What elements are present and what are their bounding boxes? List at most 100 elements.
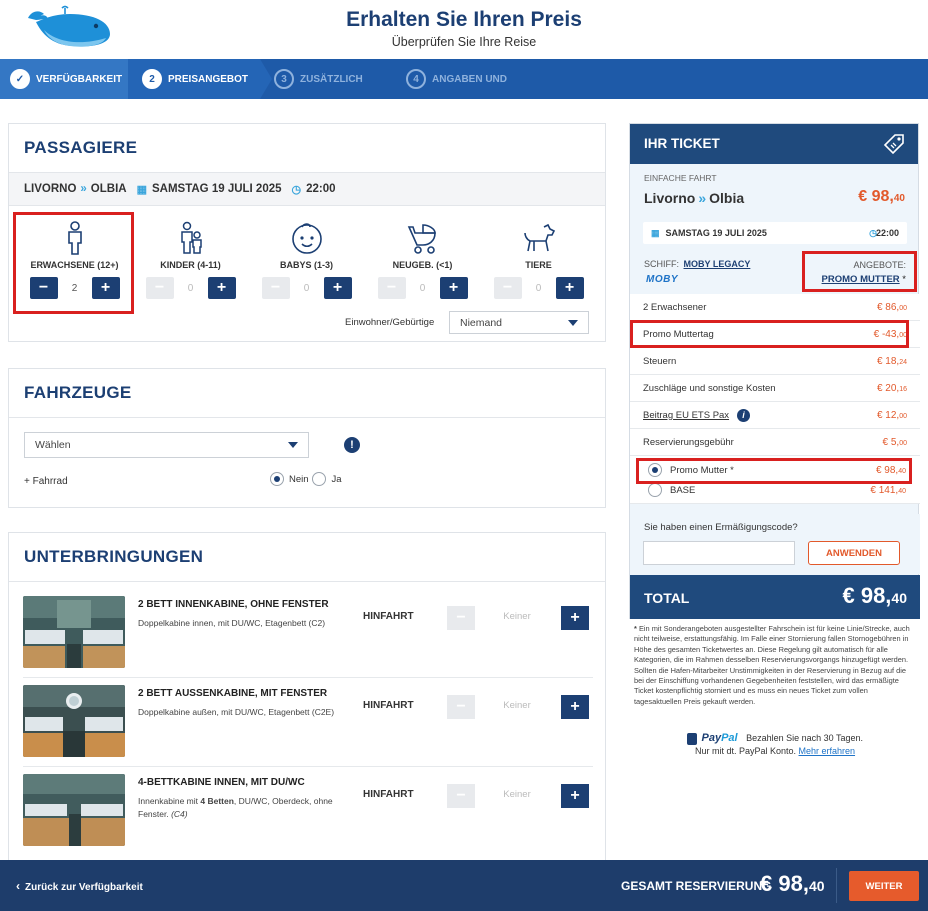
decrement-button[interactable]: − <box>447 606 475 630</box>
increment-button[interactable]: + <box>555 277 584 299</box>
pax-babies: BABYS (1-3) − 0 + <box>249 220 364 299</box>
fare-radio[interactable] <box>648 483 662 497</box>
fare-amount: € 141,40 <box>870 484 906 496</box>
babies-count: 0 <box>303 282 310 294</box>
cabin-row: 2 BETT AUSSENKABINE, MIT FENSTER Doppelk… <box>23 680 593 768</box>
paypal-p-icon <box>686 732 697 745</box>
increment-button[interactable]: + <box>207 277 236 299</box>
highlight-adults <box>13 212 134 314</box>
stroller-icon <box>407 224 436 254</box>
ticket-date-box: ▦ SAMSTAG 19 JULI 2025 ◷ 22:00 <box>643 222 907 244</box>
decrement-button[interactable]: − <box>447 695 475 719</box>
decrement-button[interactable]: − <box>377 277 406 299</box>
step-label: ZUSÄTZLICH <box>300 73 363 85</box>
next-button[interactable]: WEITER <box>849 871 919 901</box>
ticket-price-main: € 98, <box>858 188 894 205</box>
accommodations-title: UNTERBRINGUNGEN <box>24 547 204 566</box>
bike-yes-radio[interactable] <box>311 472 326 486</box>
route-time: 22:00 <box>306 183 336 195</box>
pets-count: 0 <box>535 282 542 294</box>
bike-options: Nein Ja <box>270 472 342 486</box>
route-from: LIVORNO <box>24 183 77 195</box>
price-line: Reservierungsgebühr € 5,00 <box>630 429 920 456</box>
increment-button[interactable]: + <box>561 606 589 630</box>
increment-button[interactable]: + <box>561 695 589 719</box>
cabin-description: Doppelkabine außen, mit DU/WC, Etagenbet… <box>138 707 335 717</box>
increment-button[interactable]: + <box>323 277 352 299</box>
fineprint-text: Ein mit Sonderangeboten ausgestellter Fa… <box>634 624 910 706</box>
price-line: Beitrag EU ETS Pax i € 12,00 <box>630 402 920 429</box>
cabin-count: Keiner <box>503 789 531 800</box>
pax-label: BABYS (1-3) <box>279 260 333 270</box>
page-subtitle: Überprüfen Sie Ihre Reise <box>391 35 537 49</box>
route-to: OLBIA <box>90 183 127 195</box>
discount-code-input[interactable] <box>643 541 795 565</box>
vehicle-select[interactable]: Wählen <box>24 432 309 458</box>
cabin-direction: HINFAHRT <box>363 789 414 800</box>
pax-label: TIERE <box>525 260 552 270</box>
divider <box>23 766 593 767</box>
decrement-button[interactable]: − <box>447 784 475 808</box>
step-number: 2 <box>142 69 162 89</box>
increment-button[interactable]: + <box>439 277 468 299</box>
total-amount: € 98,40 <box>842 583 907 608</box>
back-label: Zurück zur Verfügbarkeit <box>25 882 143 893</box>
double-chevron-icon: » <box>80 183 87 195</box>
resident-select[interactable]: Niemand <box>449 311 589 334</box>
decrement-button[interactable]: − <box>261 277 290 299</box>
newborns-count: 0 <box>419 282 426 294</box>
ets-link[interactable]: Beitrag EU ETS Pax <box>643 410 729 421</box>
paypal-brand-b: Pal <box>721 732 738 744</box>
price-line-label: Zuschläge und sonstige Kosten <box>643 382 776 394</box>
paypal-text-line2: Nur mit dt. PayPal Konto. <box>694 746 796 756</box>
divider <box>9 581 605 582</box>
discount-question: Sie haben einen Ermäßigungscode? <box>644 522 798 533</box>
step-availability[interactable]: ✓ VERFÜGBARKEIT <box>10 59 122 99</box>
cabin-photo[interactable] <box>23 596 125 668</box>
price-tag-icon <box>883 134 904 155</box>
decrement-button[interactable]: − <box>145 277 174 299</box>
ticket-route: Livorno» Olbia <box>644 190 744 206</box>
ticket-time: 22:00 <box>875 228 899 238</box>
vehicles-title: FAHRZEUGE <box>24 383 132 402</box>
info-alert-icon[interactable]: ! <box>344 437 360 453</box>
terms-fineprint: * Ein mit Sonderangeboten ausgestellter … <box>634 624 916 707</box>
highlight-offer <box>802 251 917 292</box>
info-icon[interactable]: i <box>737 408 751 422</box>
cabin-photo[interactable] <box>23 774 125 846</box>
route-date: SAMSTAG 19 JULI 2025 <box>151 183 282 195</box>
cabin-name: 4-BETTKABINE INNEN, MIT DU/WC <box>138 777 305 788</box>
cabin-name: 2 BETT INNENKABINE, OHNE FENSTER <box>138 599 329 610</box>
ticket-route-to: Olbia <box>709 190 745 206</box>
ship-name-link[interactable]: MOBY LEGACY <box>684 259 751 269</box>
resident-label: Einwohner/Gebürtige <box>345 317 435 328</box>
price-line: 2 Erwachsener € 86,00 <box>630 294 920 321</box>
pets-stepper: − 0 + <box>481 277 596 299</box>
pax-children: KINDER (4-11) − 0 + <box>133 220 248 299</box>
ticket-header: IHR TICKET <box>630 124 918 164</box>
bike-no-radio[interactable] <box>270 472 284 486</box>
paypal-line1: PayPal Bezahlen Sie nach 30 Tagen. <box>634 732 916 745</box>
increment-button[interactable]: + <box>561 784 589 808</box>
cabin-photo[interactable] <box>23 685 125 757</box>
step-additional[interactable]: 3 ZUSÄTZLICH <box>274 59 363 99</box>
divider <box>836 868 837 903</box>
total-bar: TOTAL € 98,40 <box>630 575 920 619</box>
decrement-button[interactable]: − <box>493 277 522 299</box>
bike-yes-label: Ja <box>331 473 342 485</box>
children-icon <box>180 221 202 254</box>
step-details[interactable]: 4 ANGABEN UND <box>406 59 507 99</box>
pax-pets: TIERE − 0 + <box>481 220 596 299</box>
step-price-offer[interactable]: 2 PREISANGEBOT <box>142 59 248 99</box>
cabin-count: Keiner <box>503 611 531 622</box>
pax-label: NEUGEB. (<1) <box>392 260 453 270</box>
back-link[interactable]: ‹ Zurück zur Verfügbarkeit <box>16 879 143 893</box>
highlight-promo-line <box>630 320 909 348</box>
vehicles-card: FAHRZEUGE Wählen ! + Fahrrad Nein Ja <box>8 368 606 508</box>
vehicle-select-value: Wählen <box>35 439 71 451</box>
cabin-direction: HINFAHRT <box>363 700 414 711</box>
apply-button[interactable]: ANWENDEN <box>808 541 900 565</box>
page: Erhalten Sie Ihren Preis Überprüfen Sie … <box>0 0 928 911</box>
paypal-more-link[interactable]: Mehr erfahren <box>799 746 856 756</box>
step-number: 3 <box>274 69 294 89</box>
